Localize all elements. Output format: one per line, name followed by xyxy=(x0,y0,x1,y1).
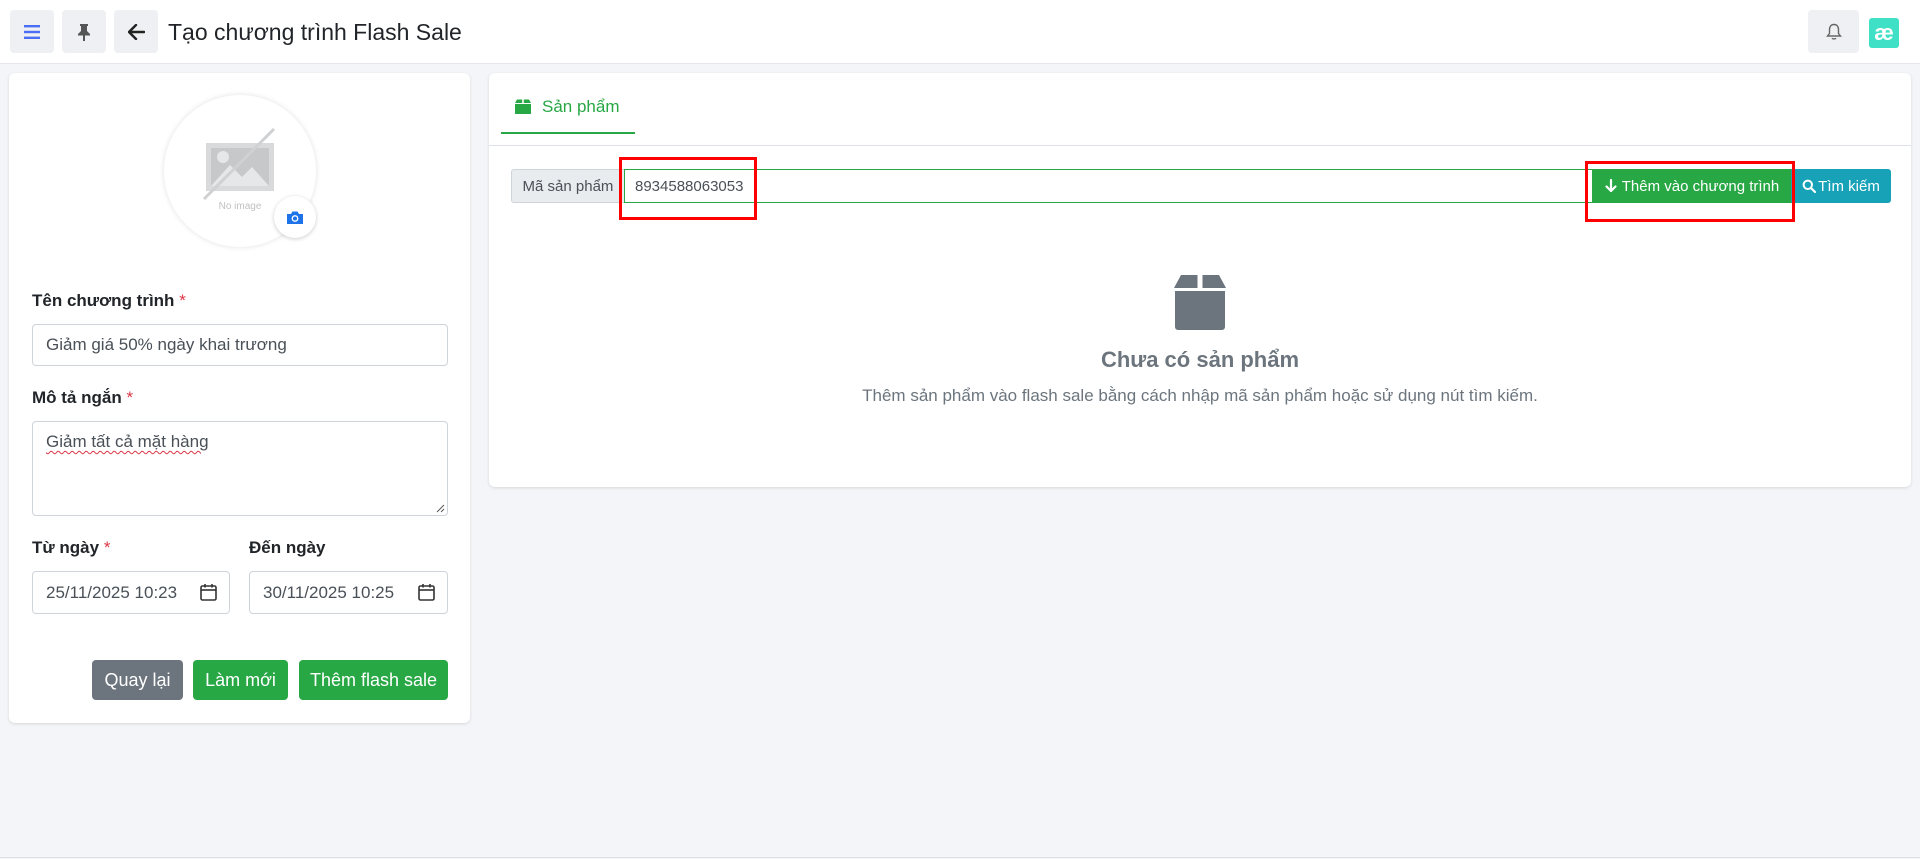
hamburger-icon xyxy=(24,24,40,39)
pin-icon xyxy=(78,23,90,41)
camera-icon xyxy=(287,211,303,224)
name-label: Tên chương trình * xyxy=(32,291,186,310)
top-bar: Tạo chương trình Flash Sale æ xyxy=(0,0,1920,64)
product-code-prefix: Mã sản phẩm xyxy=(511,169,624,203)
tab-products[interactable]: Sản phẩm xyxy=(501,81,635,134)
to-date-label: Đến ngày xyxy=(249,538,326,557)
description-label: Mô tả ngắn * xyxy=(32,388,134,407)
calendar-icon[interactable] xyxy=(200,583,217,601)
tab-products-label: Sản phẩm xyxy=(542,96,620,116)
app-logo[interactable]: æ xyxy=(1869,18,1899,48)
back-button[interactable] xyxy=(114,10,158,53)
description-textarea[interactable]: Giảm tất cả mặt hàng xyxy=(32,421,448,516)
empty-state-title: Chưa có sản phẩm xyxy=(1100,347,1300,372)
highlight-code-input xyxy=(619,157,757,220)
to-date-input[interactable]: 30/11/2025 10:25 xyxy=(249,571,448,614)
flash-sale-form-card: No image Tên chương trình * Giảm giá 50%… xyxy=(9,73,470,723)
search-icon xyxy=(1802,179,1817,193)
program-name-input[interactable]: Giảm giá 50% ngày khai trương xyxy=(32,324,448,366)
resize-handle-icon[interactable] xyxy=(435,503,445,513)
notifications-button[interactable] xyxy=(1808,10,1859,53)
logo-text: æ xyxy=(1874,20,1894,45)
bell-icon xyxy=(1825,23,1842,40)
back-form-button[interactable]: Quay lại xyxy=(92,660,183,700)
box-icon xyxy=(515,99,531,114)
page-title: Tạo chương trình Flash Sale xyxy=(168,19,462,45)
tab-bar: Sản phẩm xyxy=(489,73,1911,146)
empty-box-icon xyxy=(1174,275,1226,330)
menu-button[interactable] xyxy=(10,10,54,53)
products-card: Sản phẩm Mã sản phẩm 8934588063053 Thêm … xyxy=(489,73,1911,487)
footer-divider xyxy=(0,857,1920,858)
arrow-left-icon xyxy=(127,23,145,40)
add-flash-sale-button[interactable]: Thêm flash sale xyxy=(299,660,448,700)
from-date-input[interactable]: 25/11/2025 10:23 xyxy=(32,571,230,614)
empty-state-description: Thêm sản phẩm vào flash sale bằng cách n… xyxy=(862,386,1538,405)
reset-button[interactable]: Làm mới xyxy=(193,660,288,700)
calendar-icon[interactable] xyxy=(418,583,435,601)
search-button[interactable]: Tìm kiếm xyxy=(1791,169,1891,203)
from-date-label: Từ ngày * xyxy=(32,538,111,557)
upload-image-button[interactable] xyxy=(274,196,316,238)
product-code-input[interactable]: 8934588063053 xyxy=(624,169,1593,203)
highlight-add-button xyxy=(1585,161,1795,222)
pin-button[interactable] xyxy=(62,10,106,53)
no-image-text: No image xyxy=(219,201,262,212)
